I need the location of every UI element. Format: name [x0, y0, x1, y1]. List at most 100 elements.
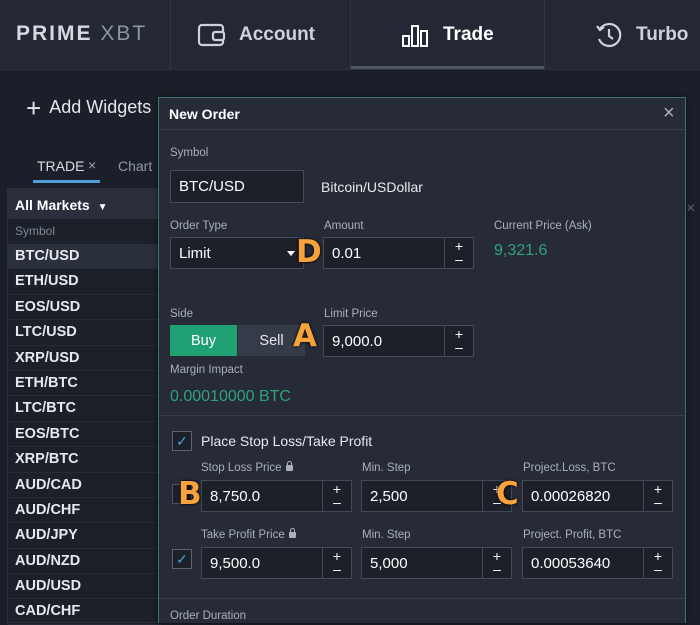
- widget-tab-trade[interactable]: TRADE: [37, 158, 84, 174]
- divider: [159, 415, 687, 416]
- order-duration-label: Order Duration: [170, 610, 247, 622]
- take-profit-label: Take Profit Price: [201, 528, 296, 541]
- projected-loss-field[interactable]: 0.00026820 + –: [522, 480, 673, 512]
- projected-profit-stepper[interactable]: + –: [643, 548, 672, 578]
- dialog-title: New Order: [169, 106, 240, 122]
- clock-rotate-icon: [596, 22, 622, 48]
- projected-profit-label: Project. Profit, BTC: [523, 529, 622, 541]
- sl-min-step-label: Min. Step: [362, 462, 411, 474]
- decrement-button[interactable]: –: [455, 252, 463, 266]
- amount-stepper[interactable]: + –: [444, 238, 473, 268]
- stop-loss-value: 8,750.0: [210, 487, 261, 505]
- market-list-panel: All Markets ▼ Symbol BTC/USD ETH/USD EOS/U…: [7, 188, 161, 625]
- caret-down-icon: ▼: [97, 202, 108, 213]
- market-row[interactable]: EOS/USD: [8, 295, 161, 321]
- caret-down-icon: [287, 251, 295, 256]
- market-row[interactable]: AUD/USD: [8, 574, 161, 600]
- market-row[interactable]: EOS/BTC: [8, 422, 161, 448]
- amount-field[interactable]: 0.01 + –: [323, 237, 474, 269]
- limit-price-label: Limit Price: [324, 308, 378, 320]
- tab-turbo[interactable]: Turbo: [594, 0, 688, 70]
- market-row[interactable]: LTC/BTC: [8, 396, 161, 422]
- buy-button[interactable]: Buy: [170, 325, 237, 356]
- market-row[interactable]: XRP/BTC: [8, 447, 161, 473]
- stop-loss-stepper[interactable]: + –: [322, 481, 351, 511]
- markets-dropdown[interactable]: All Markets ▼: [8, 189, 161, 219]
- tab-account[interactable]: Account: [197, 0, 315, 70]
- market-row[interactable]: AUD/JPY: [8, 523, 161, 549]
- market-row[interactable]: XRP/USD: [8, 346, 161, 371]
- tp-min-step-stepper[interactable]: + –: [482, 548, 511, 578]
- margin-impact-label: Margin Impact: [170, 364, 243, 376]
- projected-profit-value: 0.00053640: [531, 554, 611, 572]
- sltp-label: Place Stop Loss/Take Profit: [201, 433, 373, 449]
- active-tab-indicator: [351, 66, 544, 69]
- brand-logo[interactable]: PRIME XBT: [16, 22, 147, 46]
- stop-loss-field[interactable]: 8,750.0 + –: [201, 480, 352, 512]
- order-type-value: Limit: [179, 244, 211, 262]
- lock-icon: [288, 528, 296, 538]
- annotation-marker-d: D: [296, 234, 322, 270]
- take-profit-stepper[interactable]: + –: [322, 548, 351, 578]
- close-icon[interactable]: ×: [663, 102, 675, 125]
- market-rows: BTC/USD ETH/USD EOS/USD LTC/USD XRP/USD ETH/B…: [8, 244, 161, 625]
- tab-trade[interactable]: Trade: [401, 0, 494, 70]
- market-row[interactable]: LTC/USD: [8, 320, 161, 346]
- symbol-full-name: Bitcoin/USDollar: [321, 179, 423, 195]
- order-type-select[interactable]: Limit: [170, 237, 304, 269]
- amount-label: Amount: [324, 220, 364, 232]
- add-widgets-button[interactable]: + Add Widgets: [26, 92, 151, 123]
- order-type-label: Order Type: [170, 220, 228, 232]
- annotation-marker-a: A: [293, 318, 317, 354]
- annotation-marker-c: C: [496, 476, 519, 512]
- widget-tab-chart[interactable]: Chart: [118, 158, 152, 174]
- close-icon[interactable]: ×: [88, 157, 96, 173]
- symbol-input[interactable]: BTC/USD: [170, 170, 304, 203]
- market-row[interactable]: AUD/NZD: [8, 549, 161, 575]
- take-profit-field[interactable]: 9,500.0 + –: [201, 547, 352, 579]
- markets-dropdown-label: All Markets: [15, 197, 90, 213]
- current-price-label: Current Price (Ask): [494, 220, 592, 232]
- market-row[interactable]: AUD/CHF: [8, 498, 161, 524]
- side-label: Side: [170, 308, 194, 320]
- margin-impact-value: 0.00010000 BTC: [170, 388, 291, 405]
- top-navigation-bar: PRIME XBT Account Trade Turbo: [0, 0, 700, 70]
- take-profit-checkbox[interactable]: ✓: [172, 549, 192, 569]
- limit-price-value: 9,000.0: [332, 332, 383, 350]
- market-row[interactable]: ETH/USD: [8, 269, 161, 295]
- divider: [350, 0, 351, 70]
- sltp-checkbox[interactable]: ✓: [172, 431, 192, 451]
- projected-loss-value: 0.00026820: [531, 487, 611, 505]
- limit-price-stepper[interactable]: + –: [444, 326, 473, 356]
- tp-min-step-field[interactable]: 5,000 + –: [361, 547, 512, 579]
- decrement-button[interactable]: –: [333, 562, 341, 576]
- decrement-button[interactable]: –: [333, 495, 341, 509]
- divider: [159, 598, 687, 599]
- market-row[interactable]: AUD/CAD: [8, 473, 161, 498]
- active-widget-tab-indicator: [33, 180, 100, 183]
- decrement-button[interactable]: –: [493, 562, 501, 576]
- sl-min-step-field[interactable]: 2,500 + –: [361, 480, 512, 512]
- divider: [544, 0, 545, 70]
- projected-profit-field[interactable]: 0.00053640 + –: [522, 547, 673, 579]
- tab-trade-label: Trade: [443, 24, 494, 45]
- decrement-button[interactable]: –: [654, 562, 662, 576]
- panel-close-icon[interactable]: ×: [686, 200, 695, 218]
- decrement-button[interactable]: –: [455, 340, 463, 354]
- market-row[interactable]: BTC/USD: [8, 244, 161, 270]
- plus-icon: +: [26, 92, 42, 123]
- checkmark-icon: ✓: [176, 550, 188, 567]
- bar-chart-icon: [402, 25, 428, 47]
- limit-price-field[interactable]: 9,000.0 + –: [323, 325, 474, 357]
- checkmark-icon: ✓: [176, 432, 188, 449]
- lock-icon: [285, 461, 293, 471]
- sl-min-step-value: 2,500: [370, 487, 408, 505]
- decrement-button[interactable]: –: [654, 495, 662, 509]
- projected-loss-stepper[interactable]: + –: [643, 481, 672, 511]
- market-row[interactable]: CAD/CHF: [8, 599, 161, 625]
- divider: [170, 0, 171, 70]
- amount-value: 0.01: [332, 244, 362, 262]
- market-row[interactable]: ETH/BTC: [8, 371, 161, 397]
- stop-loss-label: Stop Loss Price: [201, 461, 293, 474]
- annotation-marker-b: B: [178, 476, 202, 512]
